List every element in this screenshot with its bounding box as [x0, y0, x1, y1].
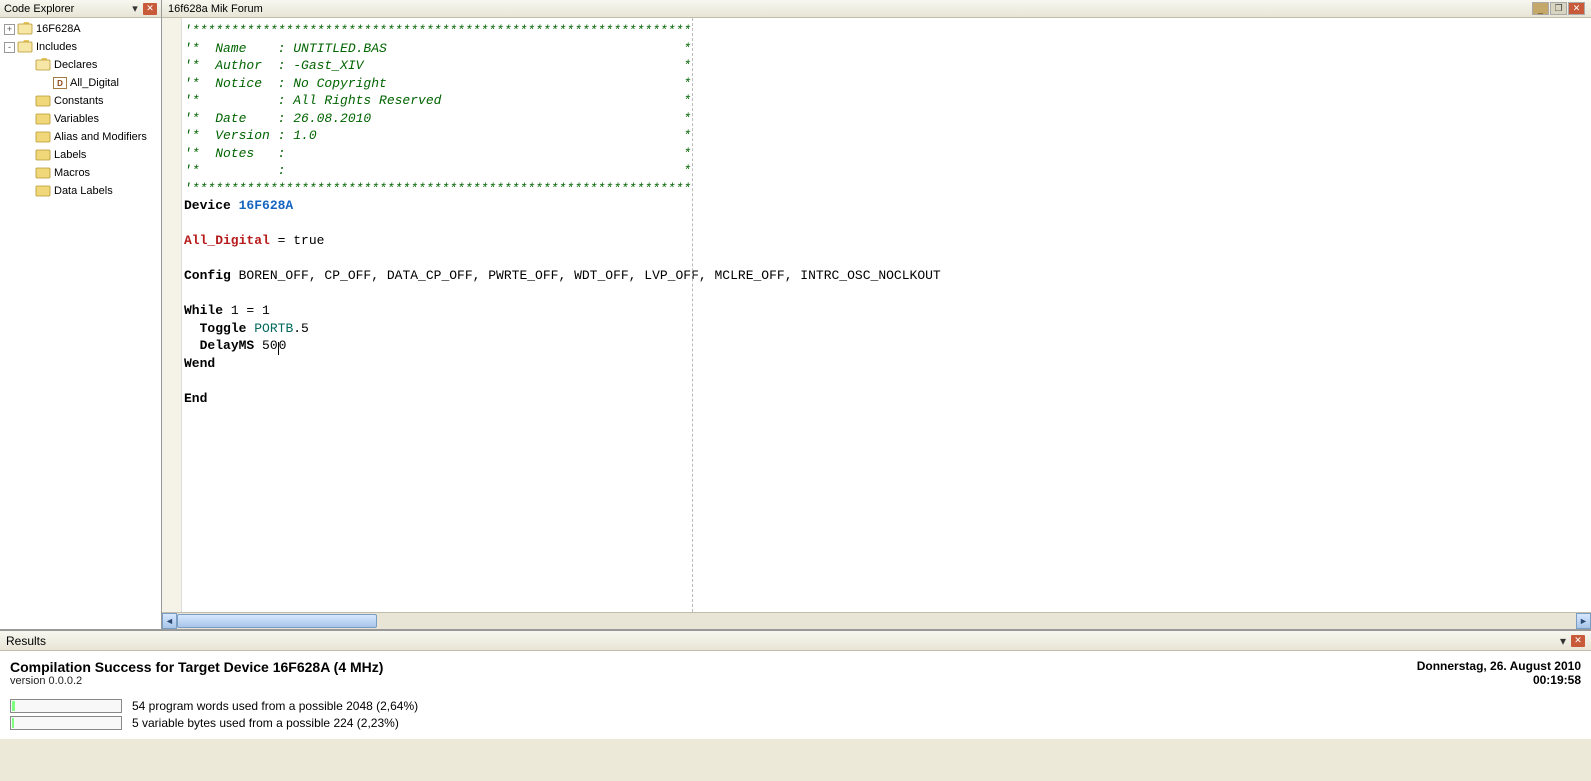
- editor-titlebar: 16f628a Mik Forum _ ❐ ✕: [162, 0, 1591, 18]
- results-menu-dropdown[interactable]: ▾: [1557, 634, 1569, 648]
- scroll-right-button[interactable]: ►: [1576, 613, 1591, 629]
- horizontal-scrollbar[interactable]: ◄ ►: [162, 612, 1591, 629]
- tree-expander-icon[interactable]: +: [4, 24, 15, 35]
- tree-item-label: Constants: [54, 95, 104, 107]
- tree-item-label: Alias and Modifiers: [54, 131, 147, 143]
- results-body: Compilation Success for Target Device 16…: [0, 651, 1591, 739]
- code-explorer-titlebar: Code Explorer ▾ ✕: [0, 0, 161, 18]
- code-editor[interactable]: '***************************************…: [162, 18, 1591, 612]
- folder-icon: [35, 147, 54, 164]
- print-margin-line: [692, 18, 693, 612]
- editor-panel: 16f628a Mik Forum _ ❐ ✕ '***************…: [162, 0, 1591, 629]
- tree-item-16f628a[interactable]: +16F628A: [0, 20, 161, 38]
- tree-item-declares[interactable]: Declares: [0, 56, 161, 74]
- folder-icon: [17, 21, 36, 38]
- variable-bytes-progress: [10, 716, 122, 730]
- tree-item-label: Includes: [36, 41, 77, 53]
- editor-gutter: [162, 18, 182, 612]
- tree-item-label: All_Digital: [70, 77, 119, 89]
- tree-item-includes[interactable]: - Includes: [0, 38, 161, 56]
- window-controls: _ ❐ ✕: [1532, 2, 1585, 15]
- tree-item-alias-and-modifiers[interactable]: Alias and Modifiers: [0, 128, 161, 146]
- text-caret: [278, 342, 279, 355]
- timestamp-block: Donnerstag, 26. August 2010 00:19:58: [1417, 659, 1581, 687]
- close-panel-button[interactable]: ✕: [143, 3, 157, 15]
- folder-icon: [17, 39, 36, 56]
- compilation-status: Compilation Success for Target Device 16…: [10, 659, 383, 675]
- folder-icon: [35, 57, 54, 74]
- results-title: Results: [6, 634, 1557, 648]
- tree-item-macros[interactable]: Macros: [0, 164, 161, 182]
- maximize-button[interactable]: ❐: [1550, 2, 1567, 15]
- tree-item-label: Declares: [54, 59, 97, 71]
- tree-item-variables[interactable]: Variables: [0, 110, 161, 128]
- tree-item-all_digital[interactable]: DAll_Digital: [0, 74, 161, 92]
- folder-icon: [35, 111, 54, 128]
- tree-item-label: Variables: [54, 113, 99, 125]
- code-content[interactable]: '***************************************…: [182, 18, 1591, 612]
- results-panel: Results ▾ ✕ Compilation Success for Targ…: [0, 629, 1591, 739]
- tree-item-labels[interactable]: Labels: [0, 146, 161, 164]
- tree-expander-icon[interactable]: -: [4, 42, 15, 53]
- close-button[interactable]: ✕: [1568, 2, 1585, 15]
- tree-item-label: 16F628A: [36, 23, 81, 35]
- scroll-left-button[interactable]: ◄: [162, 613, 177, 629]
- results-close-button[interactable]: ✕: [1571, 635, 1585, 647]
- tree-item-constants[interactable]: Constants: [0, 92, 161, 110]
- tree-item-label: Data Labels: [54, 185, 113, 197]
- folder-icon: [35, 183, 54, 200]
- tree-item-data-labels[interactable]: Data Labels: [0, 182, 161, 200]
- variable-bytes-stat: 5 variable bytes used from a possible 22…: [10, 716, 1581, 730]
- program-words-stat: 54 program words used from a possible 20…: [10, 699, 1581, 713]
- definition-icon: D: [53, 77, 67, 89]
- program-words-progress: [10, 699, 122, 713]
- version-label: version 0.0.0.2: [10, 675, 383, 687]
- tree-item-label: Macros: [54, 167, 90, 179]
- results-titlebar: Results ▾ ✕: [0, 631, 1591, 651]
- code-explorer-tree[interactable]: +16F628A - Includes Declares DAll_Digital Con…: [0, 18, 161, 629]
- minimize-button[interactable]: _: [1532, 2, 1549, 15]
- time-label: 00:19:58: [1417, 673, 1581, 687]
- code-explorer-title: Code Explorer: [4, 3, 129, 15]
- code-explorer-panel: Code Explorer ▾ ✕ +16F628A - Includes Decla…: [0, 0, 162, 629]
- editor-title: 16f628a Mik Forum: [168, 3, 1532, 15]
- folder-icon: [35, 93, 54, 110]
- date-label: Donnerstag, 26. August 2010: [1417, 659, 1581, 673]
- panel-menu-dropdown[interactable]: ▾: [129, 2, 141, 15]
- folder-icon: [35, 129, 54, 146]
- tree-item-label: Labels: [54, 149, 86, 161]
- scroll-thumb[interactable]: [177, 614, 377, 628]
- folder-icon: [35, 165, 54, 182]
- scroll-track[interactable]: [177, 613, 1576, 629]
